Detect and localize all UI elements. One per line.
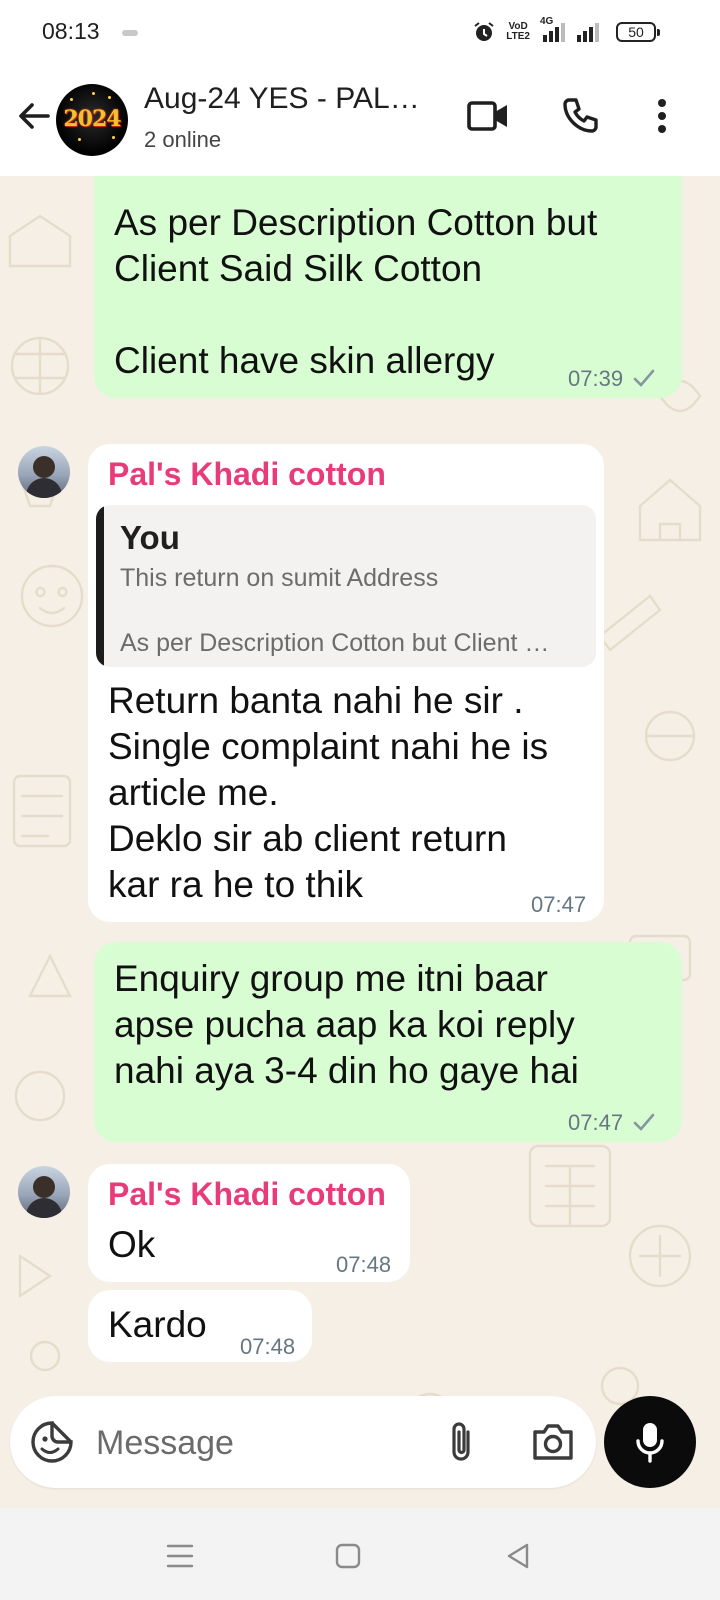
message-text: Ok [108,1224,156,1265]
sent-check-icon [633,1113,655,1131]
sender-avatar[interactable] [18,1166,70,1218]
chat-title[interactable]: Aug-24 YES - PAL… [144,82,444,116]
camera-icon [533,1424,573,1460]
voice-message-button[interactable] [604,1396,696,1488]
sticker-icon [31,1421,73,1463]
volte-indicator: VoD LTE2 [506,21,530,42]
quote-line-1: This return on sumit Address [120,564,439,592]
voice-call-button[interactable] [556,92,604,140]
system-nav-bar [0,1508,720,1600]
sender-name: Pal's Khadi cotton [108,1176,386,1212]
quote-author: You [120,519,180,556]
status-bar: 08:13 VoD LTE2 4G 50 [0,0,720,64]
quote-bar [96,505,104,667]
message-time: 07:48 [240,1334,296,1359]
group-avatar[interactable]: 2024 [56,84,128,156]
battery-icon: 50 [616,22,660,42]
message-bubble-incoming[interactable]: Pal's Khadi cotton Ok 07:48 [88,1164,410,1282]
message-time: 07:48 [336,1252,392,1277]
sticker-button[interactable] [30,1420,74,1469]
avatar-year-text: 2024 [63,106,121,132]
notification-icon [122,30,138,36]
message-time: 07:47 [531,892,587,917]
message-bubble-incoming[interactable]: Kardo 07:48 [88,1290,312,1362]
quoted-message[interactable]: You This return on sumit Address As per … [96,505,596,667]
paperclip-icon [452,1422,470,1461]
message-composer [10,1396,596,1488]
signal-icon-2 [576,21,602,43]
quote-line-2: As per Description Cotton but Client … [120,629,550,657]
nav-back-button[interactable] [498,1536,538,1576]
message-time: 07:47 [568,1110,624,1135]
video-camera-icon [467,101,507,131]
chat-area[interactable]: As per Description Cotton but Client Sai… [0,176,720,1508]
arrow-left-icon [19,103,50,129]
video-call-button[interactable] [464,92,512,140]
message-text: Kardo [108,1304,207,1345]
message-text: Return banta nahi he sir . Single compla… [108,680,549,905]
more-options-button[interactable] [638,92,686,140]
chat-header: 2024 Aug-24 YES - PAL… 2 online [0,64,720,176]
back-button[interactable] [14,96,54,136]
status-icons: VoD LTE2 4G 50 [472,16,660,48]
message-time: 07:39 [568,366,624,391]
chat-subtitle: 2 online [144,127,222,152]
home-square-icon [335,1543,361,1569]
message-input[interactable] [94,1418,428,1468]
alarm-icon [472,20,496,44]
phone-icon [563,98,598,133]
signal-icon-1: 4G [540,17,566,43]
battery-level: 50 [628,24,644,40]
message-text: As per Description Cotton but Client Sai… [114,202,598,381]
sent-check-icon [633,369,655,387]
more-vertical-icon [658,99,666,133]
nav-home-button[interactable] [328,1536,368,1576]
nav-menu-button[interactable] [160,1536,200,1576]
status-time: 08:13 [42,18,100,44]
sender-name: Pal's Khadi cotton [108,456,386,492]
message-text: Enquiry group me itni baar apse pucha aa… [114,958,579,1091]
microphone-icon [636,1423,664,1463]
message-bubble-outgoing[interactable]: As per Description Cotton but Client Sai… [94,176,682,398]
attach-button[interactable] [446,1420,476,1469]
message-bubble-incoming[interactable]: Pal's Khadi cotton You This return on su… [88,444,604,922]
camera-button[interactable] [530,1420,576,1469]
message-bubble-outgoing[interactable]: Enquiry group me itni baar apse pucha aa… [94,942,682,1142]
back-triangle-icon [507,1543,529,1569]
menu-lines-icon [166,1544,194,1568]
sender-avatar[interactable] [18,446,70,498]
